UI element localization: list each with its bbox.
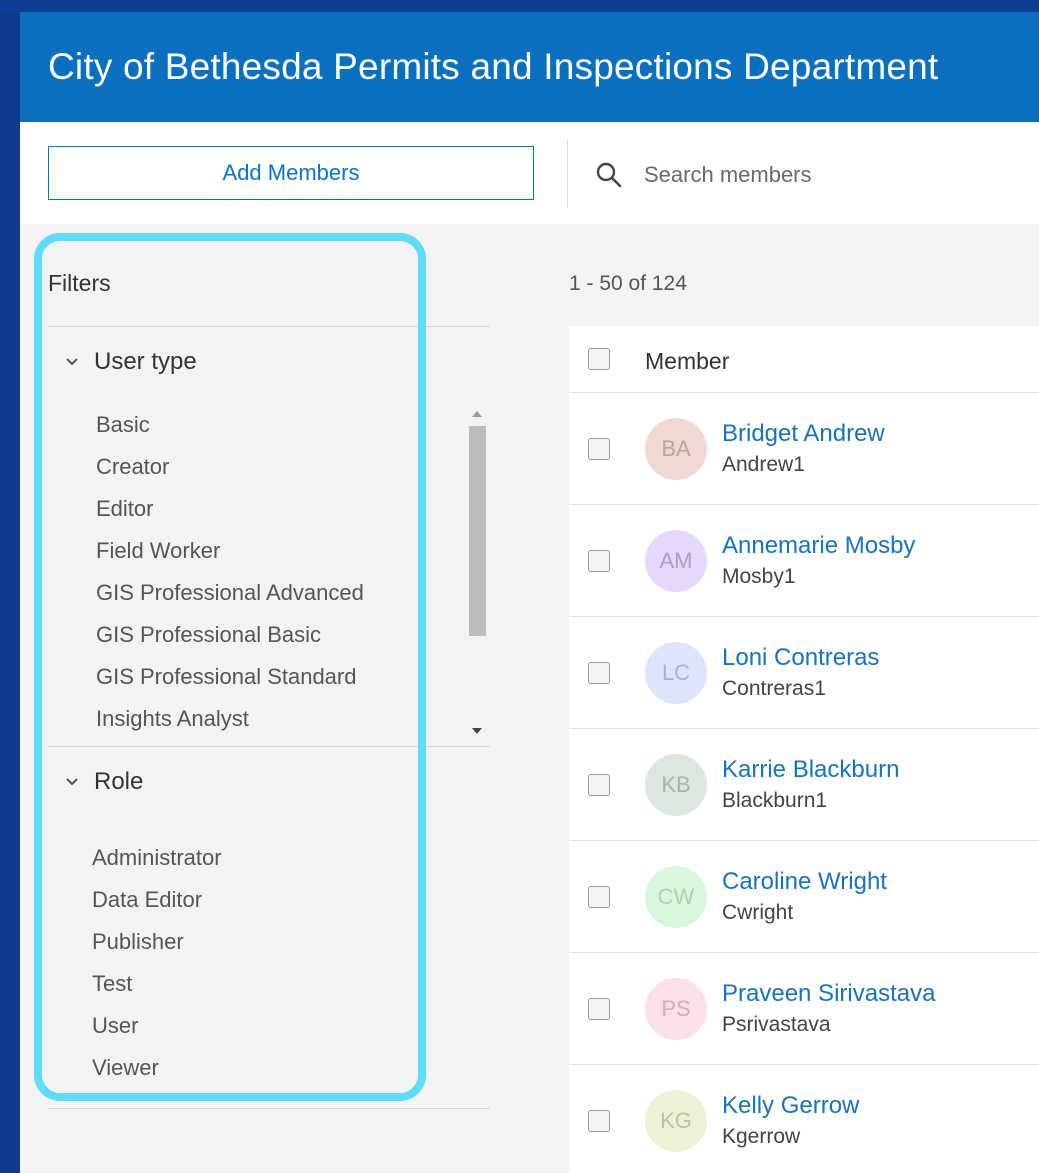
- member-username: Mosby1: [722, 565, 796, 588]
- member-name-link[interactable]: Caroline Wright: [722, 868, 887, 896]
- member-table: Member BA Bridget Andrew Andrew1 AM Annemari…: [569, 326, 1039, 1173]
- user-type-filter-item[interactable]: Editor: [96, 496, 153, 522]
- table-row: KG Kelly Gerrow Kgerrow: [569, 1065, 1039, 1173]
- select-all-checkbox[interactable]: [588, 348, 610, 370]
- avatar: BA: [645, 418, 707, 480]
- divider: [48, 1108, 490, 1109]
- user-type-filter-item[interactable]: Field Worker: [96, 538, 220, 564]
- role-filter-item[interactable]: User: [92, 1013, 138, 1039]
- table-row: BA Bridget Andrew Andrew1: [569, 393, 1039, 505]
- member-select-checkbox[interactable]: [588, 1110, 610, 1132]
- member-name-link[interactable]: Praveen Sirivastava: [722, 980, 935, 1008]
- user-type-filter-item[interactable]: Creator: [96, 454, 169, 480]
- avatar: KB: [645, 754, 707, 816]
- avatar: CW: [645, 866, 707, 928]
- table-row: KB Karrie Blackburn Blackburn1: [569, 729, 1039, 841]
- role-filter-item[interactable]: Administrator: [92, 845, 222, 871]
- member-username: Contreras1: [722, 677, 826, 700]
- avatar: KG: [645, 1090, 707, 1152]
- avatar: AM: [645, 530, 707, 592]
- role-filter-item[interactable]: Data Editor: [92, 887, 202, 913]
- divider: [48, 326, 490, 327]
- member-username: Psrivastava: [722, 1013, 831, 1036]
- member-name-link[interactable]: Annemarie Mosby: [722, 532, 915, 560]
- results-count: 1 - 50 of 124: [569, 272, 687, 295]
- page-title: City of Bethesda Permits and Inspections…: [48, 46, 939, 87]
- member-select-checkbox[interactable]: [588, 774, 610, 796]
- member-select-checkbox[interactable]: [588, 886, 610, 908]
- user-type-filter-header[interactable]: User type: [64, 348, 197, 376]
- avatar: PS: [645, 978, 707, 1040]
- user-type-label: User type: [94, 348, 197, 375]
- member-name-link[interactable]: Karrie Blackburn: [722, 756, 899, 784]
- scroll-down-arrow-icon[interactable]: [472, 728, 482, 734]
- member-username: Blackburn1: [722, 789, 828, 812]
- role-label: Role: [94, 768, 144, 795]
- page-header: City of Bethesda Permits and Inspections…: [20, 12, 1039, 122]
- chevron-down-icon: [66, 358, 78, 366]
- toolbar: Add Members: [20, 122, 1039, 224]
- member-username: Cwright: [722, 901, 794, 924]
- avatar: LC: [645, 642, 707, 704]
- divider: [48, 746, 490, 747]
- members-page: City of Bethesda Permits and Inspections…: [20, 12, 1039, 1173]
- role-filter-item[interactable]: Viewer: [92, 1055, 159, 1081]
- member-select-checkbox[interactable]: [588, 998, 610, 1020]
- scrollbar-thumb[interactable]: [469, 426, 486, 636]
- table-header-row: Member: [569, 326, 1039, 393]
- add-members-button[interactable]: Add Members: [48, 146, 534, 200]
- role-filter-header[interactable]: Role: [64, 768, 143, 796]
- window-top-edge: [0, 0, 1039, 12]
- user-type-filter-item[interactable]: Insights Analyst: [96, 706, 249, 732]
- table-row: CW Caroline Wright Cwright: [569, 841, 1039, 953]
- table-row: LC Loni Contreras Contreras1: [569, 617, 1039, 729]
- filters-title: Filters: [48, 270, 111, 296]
- user-type-filter-item[interactable]: Basic: [96, 412, 150, 438]
- table-row: AM Annemarie Mosby Mosby1: [569, 505, 1039, 617]
- toolbar-divider: [567, 140, 568, 208]
- search-input[interactable]: [642, 154, 1026, 196]
- chevron-down-icon: [66, 778, 78, 786]
- member-name-link[interactable]: Loni Contreras: [722, 644, 879, 672]
- user-type-scrollbar[interactable]: [466, 402, 488, 738]
- member-select-checkbox[interactable]: [588, 550, 610, 572]
- member-name-link[interactable]: Kelly Gerrow: [722, 1092, 859, 1120]
- member-username: Andrew1: [722, 453, 805, 476]
- member-name-link[interactable]: Bridget Andrew: [722, 420, 885, 448]
- role-filter-item[interactable]: Test: [92, 971, 132, 997]
- member-select-checkbox[interactable]: [588, 662, 610, 684]
- member-select-checkbox[interactable]: [588, 438, 610, 460]
- user-type-filter-item[interactable]: GIS Professional Standard: [96, 664, 356, 690]
- member-column-header[interactable]: Member: [645, 348, 729, 375]
- member-username: Kgerrow: [722, 1125, 801, 1148]
- scroll-up-arrow-icon[interactable]: [472, 411, 482, 417]
- role-filter-item[interactable]: Publisher: [92, 929, 184, 955]
- table-row: PS Praveen Sirivastava Psrivastava: [569, 953, 1039, 1065]
- user-type-filter-item[interactable]: GIS Professional Basic: [96, 622, 321, 648]
- search-icon[interactable]: [594, 160, 624, 190]
- user-type-filter-item[interactable]: GIS Professional Advanced: [96, 580, 364, 606]
